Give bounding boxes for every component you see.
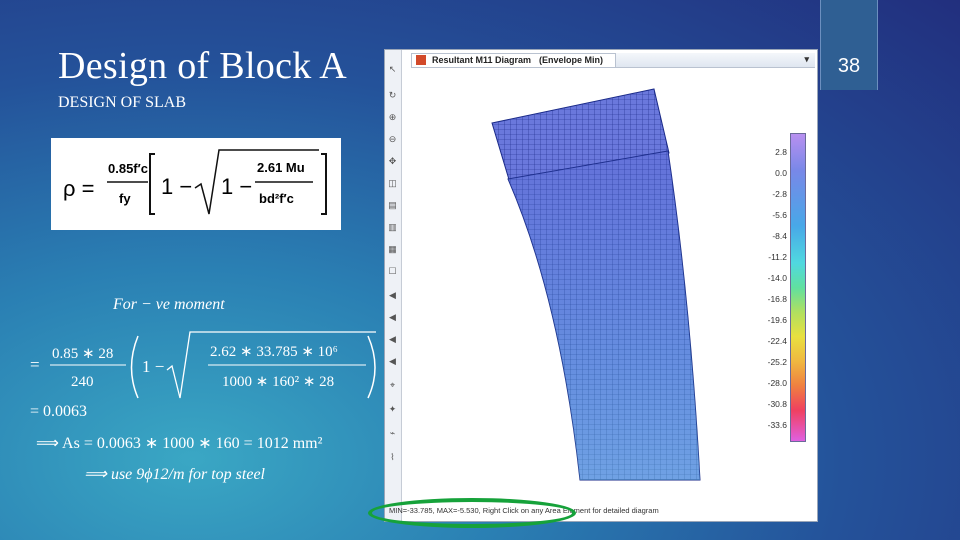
calc-frac-a-den: 240 [71, 374, 94, 390]
page-number: 38 [820, 0, 878, 90]
scale-label: -22.4 [767, 336, 787, 346]
calculation-block: For − ve moment = 0.85 ∗ 28 240 1 − 2.62… [30, 290, 380, 490]
calc-eq: = [30, 355, 40, 374]
scale-label: -33.6 [767, 420, 787, 430]
color-scale-bar [790, 133, 806, 442]
calc-area: ⟹ As = 0.0063 ∗ 1000 ∗ 160 = 1012 mm² [36, 435, 323, 452]
formula-inner-den: bd²f′c [259, 191, 294, 206]
scale-label: -11.2 [768, 252, 787, 262]
shell-mesh-diagram [491, 88, 701, 481]
calc-frac-b-num: 2.62 ∗ 33.785 ∗ 10⁶ [210, 344, 338, 360]
calc-frac-a-num: 0.85 ∗ 28 [52, 346, 113, 362]
formula-frac1-num: 0.85f′c [108, 161, 148, 176]
formula-lhs: ρ = [63, 176, 94, 201]
scale-label: 2.8 [775, 147, 787, 157]
left-paren [130, 335, 139, 399]
formula-frac1-den: fy [119, 191, 131, 206]
scale-label: -8.4 [772, 231, 787, 241]
calc-one: 1 − [142, 357, 164, 376]
left-bracket [149, 153, 155, 215]
scale-label: -28.0 [767, 378, 787, 388]
scale-label: -16.8 [767, 294, 787, 304]
scale-label: -2.8 [772, 189, 787, 199]
calc-result: = 0.0063 [30, 403, 87, 420]
right-bracket [321, 153, 327, 215]
scale-label: -30.8 [767, 399, 787, 409]
calc-steel: ⟹ use 9ϕ12/m for top steel [84, 466, 266, 483]
scale-label: 0.0 [775, 168, 787, 178]
scale-label: -25.2 [767, 357, 787, 367]
right-paren [367, 335, 376, 399]
calc-svg: For − ve moment = 0.85 ∗ 28 240 1 − 2.62… [30, 296, 376, 483]
formula-inner-num: 2.61 Mu [257, 160, 305, 175]
highlight-ellipse [368, 498, 576, 528]
calc-heading: For − ve moment [112, 296, 225, 313]
scale-label: -5.6 [772, 210, 787, 220]
slide-title: Design of Block A [58, 45, 348, 87]
scale-label: -14.0 [767, 273, 787, 283]
scale-label: -19.6 [767, 315, 787, 325]
mesh-main-segment [507, 150, 701, 481]
slide-subtitle: DESIGN OF SLAB [58, 94, 187, 111]
calc-frac-b-den: 1000 ∗ 160² ∗ 28 [222, 374, 334, 390]
formula-one: 1 − [161, 174, 192, 199]
formula-image: ρ = 0.85f′c fy 1 − 1 − 2.61 Mu bd²f′c [51, 138, 341, 230]
formula-one-inner: 1 − [221, 174, 252, 199]
rho-formula: ρ = 0.85f′c fy 1 − 1 − 2.61 Mu bd²f′c [63, 149, 327, 215]
